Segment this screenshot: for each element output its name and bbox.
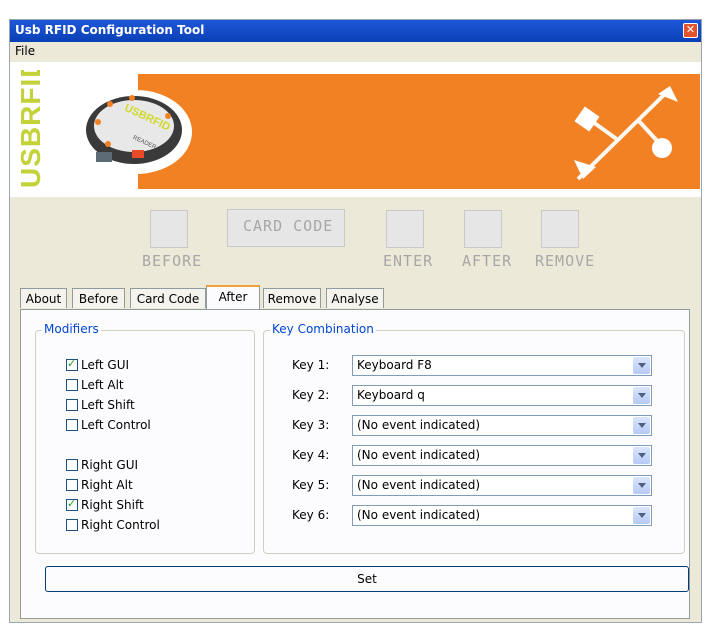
chevron-down-icon[interactable] [633,387,650,404]
brand-logo-text: USBRFID [16,70,46,188]
step-before-label: BEFORE [142,252,203,270]
key-5-label: Key 5: [292,478,330,492]
checkbox-right-control-label: Right Control [81,518,160,532]
tab-analyse[interactable]: Analyse [326,288,384,308]
chevron-down-icon[interactable] [633,477,650,494]
checkbox-right-alt-box[interactable] [66,479,78,491]
checkbox-right-alt[interactable]: Right Alt [66,477,133,493]
modifiers-group: Modifiers Left GUI Left Alt Left Shift L… [35,322,255,554]
steps-diagram: BEFORE CARD CODE ENTER AFTER REMOVE [10,197,701,279]
step-card-code-label: CARD CODE [243,217,334,235]
banner-orange-band [138,74,700,189]
key-2-value: Keyboard q [357,388,425,402]
title-bar[interactable]: Usb RFID Configuration Tool ✕ [10,20,701,42]
chevron-down-icon[interactable] [633,357,650,374]
menu-file[interactable]: File [15,44,35,58]
tab-before[interactable]: Before [72,288,125,308]
key-5-value: (No event indicated) [357,478,481,492]
tab-after[interactable]: After [206,285,260,309]
checkbox-right-gui-box[interactable] [66,459,78,471]
menu-bar: File [10,42,701,62]
key-3-label: Key 3: [292,418,330,432]
checkbox-left-alt-label: Left Alt [81,378,124,392]
key-4-dropdown[interactable]: (No event indicated) [352,445,652,466]
checkbox-left-shift-box[interactable] [66,399,78,411]
set-button[interactable]: Set [45,566,689,592]
chevron-down-icon[interactable] [633,507,650,524]
step-enter-box [386,210,424,248]
chevron-down-icon[interactable] [633,447,650,464]
step-remove-box [541,210,579,248]
banner: USBRFID USBRFID READER [10,62,701,197]
key-2-dropdown[interactable]: Keyboard q [352,385,652,406]
checkbox-right-alt-label: Right Alt [81,478,133,492]
usb-symbol-icon [574,86,678,181]
checkbox-left-alt-box[interactable] [66,379,78,391]
checkbox-left-shift-label: Left Shift [81,398,135,412]
close-button[interactable]: ✕ [683,23,698,38]
key-6-dropdown[interactable]: (No event indicated) [352,505,652,526]
step-after-label: AFTER [462,252,513,270]
key-1-dropdown[interactable]: Keyboard F8 [352,355,652,376]
key-6-label: Key 6: [292,508,330,522]
tab-panel-after: Modifiers Left GUI Left Alt Left Shift L… [20,309,690,619]
checkbox-right-shift[interactable]: Right Shift [66,497,144,513]
checkbox-left-gui[interactable]: Left GUI [66,357,129,373]
checkbox-left-gui-label: Left GUI [81,358,130,372]
checkbox-right-gui-label: Right GUI [81,458,139,472]
key-5-dropdown[interactable]: (No event indicated) [352,475,652,496]
window-title: Usb RFID Configuration Tool [15,23,205,37]
checkbox-right-control[interactable]: Right Control [66,517,160,533]
key-4-label: Key 4: [292,448,330,462]
checkbox-left-control-label: Left Control [81,418,151,432]
step-remove-label: REMOVE [535,252,596,270]
checkbox-right-shift-label: Right Shift [81,498,144,512]
tab-card-code[interactable]: Card Code [130,288,206,308]
key-3-dropdown[interactable]: (No event indicated) [352,415,652,436]
key-combination-group: Key Combination Key 1: Keyboard F8 Key 2… [263,322,685,554]
key-1-value: Keyboard F8 [357,358,432,372]
step-after-box [464,210,502,248]
app-window: Usb RFID Configuration Tool ✕ File USBRF… [9,19,702,623]
tab-remove[interactable]: Remove [263,288,321,308]
step-enter-label: ENTER [383,252,434,270]
key-2-label: Key 2: [292,388,330,402]
key-3-value: (No event indicated) [357,418,481,432]
checkbox-left-control-box[interactable] [66,419,78,431]
checkbox-right-shift-box[interactable] [66,497,78,511]
modifiers-legend: Modifiers [42,322,101,336]
key-4-value: (No event indicated) [357,448,481,462]
step-before-box [150,210,188,248]
tab-about[interactable]: About [20,288,67,308]
brand-logo: USBRFID [16,70,46,188]
checkbox-left-alt[interactable]: Left Alt [66,377,124,393]
checkbox-left-gui-box[interactable] [66,357,78,371]
chevron-down-icon[interactable] [633,417,650,434]
checkbox-right-gui[interactable]: Right GUI [66,457,138,473]
checkbox-left-control[interactable]: Left Control [66,417,151,433]
checkbox-right-control-box[interactable] [66,519,78,531]
key-1-label: Key 1: [292,358,330,372]
key-combination-legend: Key Combination [270,322,376,336]
checkbox-left-shift[interactable]: Left Shift [66,397,135,413]
key-6-value: (No event indicated) [357,508,481,522]
rfid-reader-image: USBRFID READER [80,90,192,174]
